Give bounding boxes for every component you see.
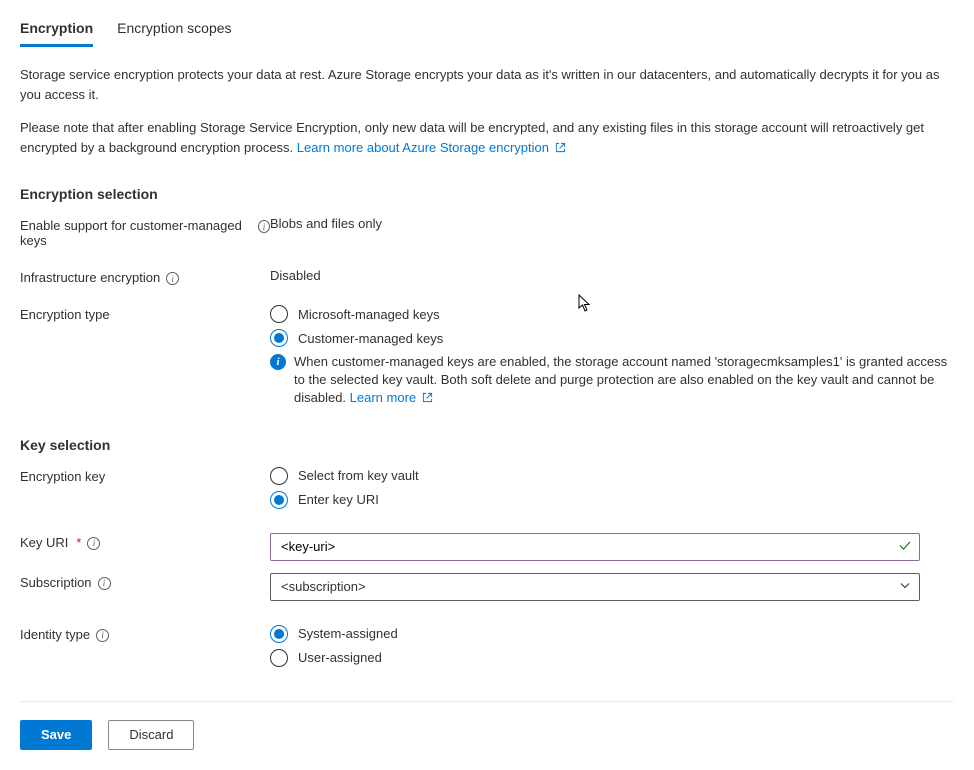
tab-encryption-scopes[interactable]: Encryption scopes <box>117 20 231 47</box>
save-button[interactable]: Save <box>20 720 92 750</box>
radio-system-assigned[interactable]: System-assigned <box>270 625 954 643</box>
discard-button[interactable]: Discard <box>108 720 194 750</box>
radio-customer-managed[interactable]: Customer-managed keys <box>270 329 954 347</box>
radio-icon <box>270 329 288 347</box>
tabs-bar: Encryption Encryption scopes <box>20 20 954 47</box>
radio-user-assigned[interactable]: User-assigned <box>270 649 954 667</box>
radio-icon <box>270 467 288 485</box>
radio-icon <box>270 625 288 643</box>
description-paragraph-1: Storage service encryption protects your… <box>20 65 954 104</box>
radio-select-from-vault[interactable]: Select from key vault <box>270 467 954 485</box>
button-row: Save Discard <box>20 720 954 750</box>
learn-more-cmk-link[interactable]: Learn more <box>350 390 433 405</box>
encryption-selection-heading: Encryption selection <box>20 186 954 202</box>
radio-label: Microsoft-managed keys <box>298 307 440 322</box>
description-paragraph-2: Please note that after enabling Storage … <box>20 118 954 158</box>
infrastructure-encryption-label: Infrastructure encryption i <box>20 268 270 285</box>
radio-icon <box>270 649 288 667</box>
external-link-icon <box>555 139 566 159</box>
subscription-label: Subscription i <box>20 573 270 590</box>
info-icon[interactable]: i <box>258 220 270 233</box>
identity-type-label: Identity type i <box>20 625 270 642</box>
radio-microsoft-managed[interactable]: Microsoft-managed keys <box>270 305 954 323</box>
radio-label: Customer-managed keys <box>298 331 443 346</box>
enable-support-value: Blobs and files only <box>270 216 954 231</box>
external-link-icon <box>422 390 433 408</box>
infrastructure-encryption-value: Disabled <box>270 268 954 283</box>
radio-icon <box>270 491 288 509</box>
tab-encryption[interactable]: Encryption <box>20 20 93 47</box>
learn-more-encryption-link[interactable]: Learn more about Azure Storage encryptio… <box>297 140 566 155</box>
radio-label: Enter key URI <box>298 492 379 507</box>
radio-label: User-assigned <box>298 650 382 665</box>
radio-icon <box>270 305 288 323</box>
info-badge-icon: i <box>270 354 286 370</box>
key-uri-label: Key URI* i <box>20 533 270 550</box>
info-icon[interactable]: i <box>166 272 179 285</box>
radio-enter-key-uri[interactable]: Enter key URI <box>270 491 954 509</box>
subscription-select[interactable]: <subscription> <box>270 573 920 601</box>
info-icon[interactable]: i <box>96 629 109 642</box>
key-uri-input[interactable] <box>270 533 920 561</box>
radio-label: System-assigned <box>298 626 398 641</box>
subscription-value: <subscription> <box>281 579 366 594</box>
encryption-key-label: Encryption key <box>20 467 270 484</box>
customer-managed-info-text: When customer-managed keys are enabled, … <box>294 353 954 409</box>
chevron-down-icon <box>899 579 911 594</box>
radio-label: Select from key vault <box>298 468 419 483</box>
divider <box>20 701 954 702</box>
info-icon[interactable]: i <box>98 577 111 590</box>
enable-support-label: Enable support for customer-managed keys… <box>20 216 270 248</box>
encryption-type-label: Encryption type <box>20 305 270 322</box>
key-selection-heading: Key selection <box>20 437 954 453</box>
info-icon[interactable]: i <box>87 537 100 550</box>
